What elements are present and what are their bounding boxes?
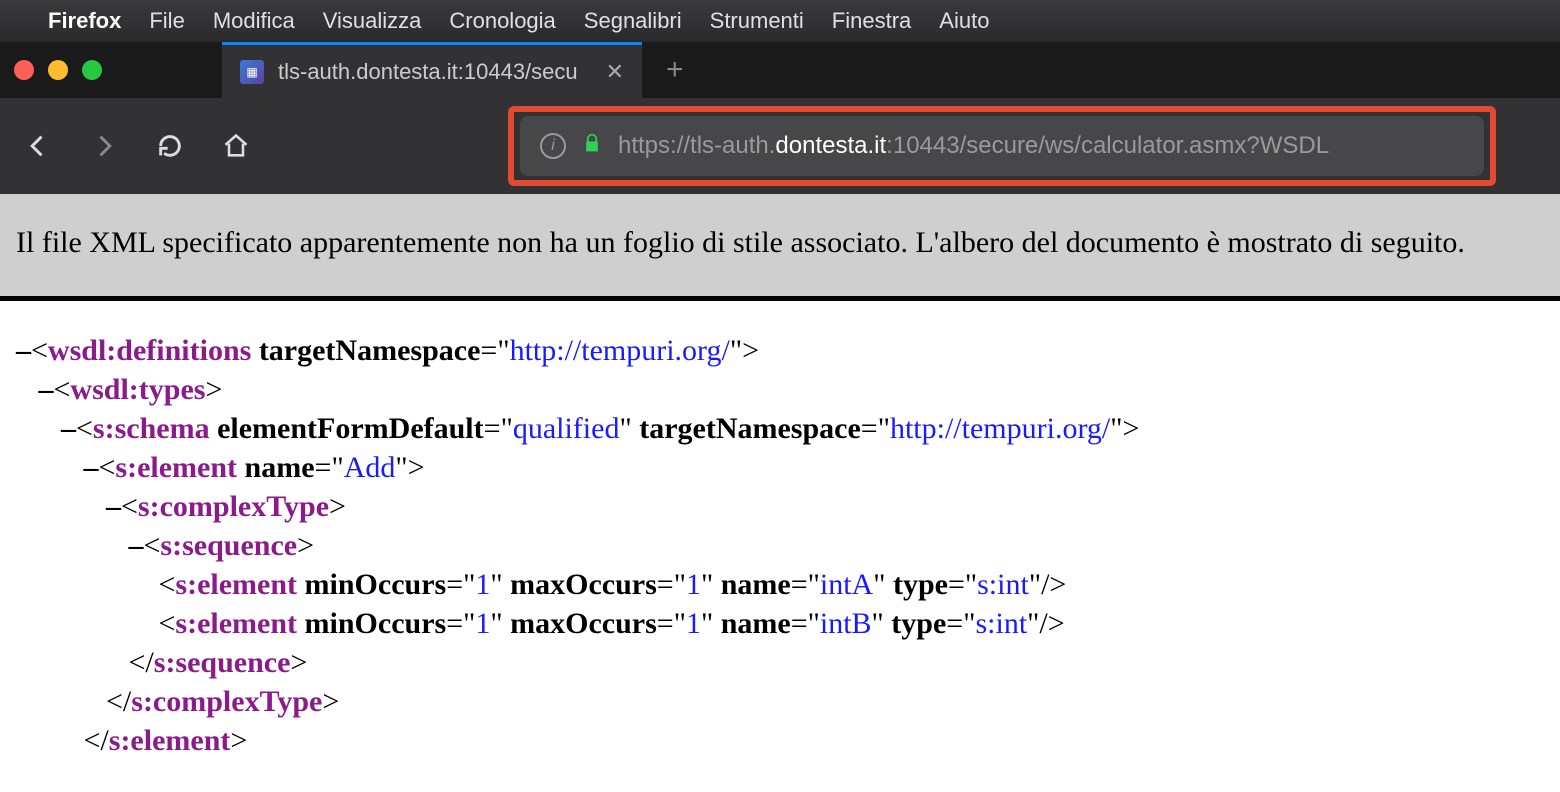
banner-text: Il file XML specificato apparentemente n… <box>16 226 1465 259</box>
menu-visualizza[interactable]: Visualizza <box>323 8 422 34</box>
xml-leaf-inta: <s:element minOccurs="1" maxOccurs="1" n… <box>16 565 1544 604</box>
reload-button[interactable] <box>148 124 192 168</box>
back-button[interactable] <box>16 124 60 168</box>
app-name[interactable]: Firefox <box>48 8 121 34</box>
window-controls <box>14 60 102 80</box>
xml-node-sequence[interactable]: –<s:sequence> <box>16 526 1544 565</box>
menu-modifica[interactable]: Modifica <box>213 8 295 34</box>
menu-finestra[interactable]: Finestra <box>832 8 911 34</box>
url-text: https://tls-auth.dontesta.it:10443/secur… <box>618 132 1329 160</box>
lock-icon[interactable] <box>582 132 602 160</box>
xml-close-element: </s:element> <box>16 721 1544 760</box>
menu-segnalibri[interactable]: Segnalibri <box>584 8 682 34</box>
tab-strip: ▦ tls-auth.dontesta.it:10443/secu ✕ + <box>0 42 1560 98</box>
xml-node-complextype[interactable]: –<s:complexType> <box>16 487 1544 526</box>
xml-node-definitions[interactable]: –<wsdl:definitions targetNamespace="http… <box>16 331 1544 370</box>
home-button[interactable] <box>214 124 258 168</box>
browser-toolbar: i https://tls-auth.dontesta.it:10443/sec… <box>0 98 1560 194</box>
favicon-icon: ▦ <box>240 60 264 84</box>
tab-title: tls-auth.dontesta.it:10443/secu <box>278 59 592 85</box>
menu-file[interactable]: File <box>149 8 184 34</box>
menu-cronologia[interactable]: Cronologia <box>449 8 555 34</box>
close-window-button[interactable] <box>14 60 34 80</box>
xml-close-complextype: </s:complexType> <box>16 682 1544 721</box>
xml-no-stylesheet-banner: Il file XML specificato apparentemente n… <box>0 194 1560 301</box>
zoom-window-button[interactable] <box>82 60 102 80</box>
site-info-icon[interactable]: i <box>540 133 566 159</box>
forward-button[interactable] <box>82 124 126 168</box>
xml-close-sequence: </s:sequence> <box>16 643 1544 682</box>
url-bar-container: i https://tls-auth.dontesta.it:10443/sec… <box>520 116 1484 176</box>
macos-menubar: Firefox File Modifica Visualizza Cronolo… <box>0 0 1560 42</box>
minimize-window-button[interactable] <box>48 60 68 80</box>
xml-tree: –<wsdl:definitions targetNamespace="http… <box>0 301 1560 790</box>
url-bar[interactable]: i https://tls-auth.dontesta.it:10443/sec… <box>520 116 1484 176</box>
xml-leaf-intb: <s:element minOccurs="1" maxOccurs="1" n… <box>16 604 1544 643</box>
menu-strumenti[interactable]: Strumenti <box>710 8 804 34</box>
xml-node-element-add[interactable]: –<s:element name="Add"> <box>16 448 1544 487</box>
xml-node-types[interactable]: –<wsdl:types> <box>16 370 1544 409</box>
active-tab[interactable]: ▦ tls-auth.dontesta.it:10443/secu ✕ <box>222 42 642 98</box>
menu-aiuto[interactable]: Aiuto <box>939 8 989 34</box>
xml-node-schema[interactable]: –<s:schema elementFormDefault="qualified… <box>16 409 1544 448</box>
close-tab-button[interactable]: ✕ <box>606 59 624 85</box>
new-tab-button[interactable]: + <box>666 53 684 87</box>
